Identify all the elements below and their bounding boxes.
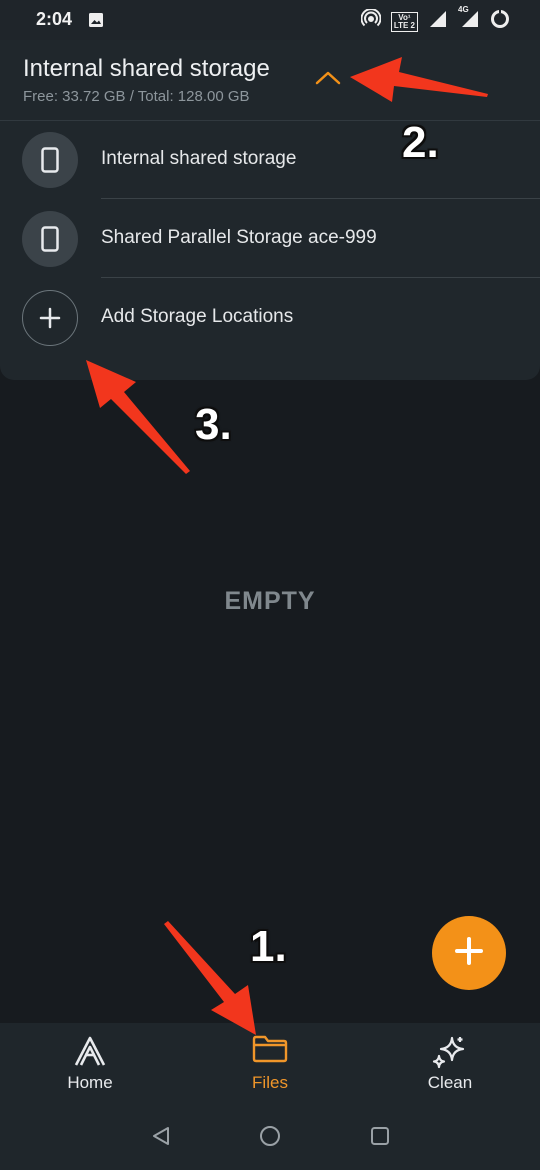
annotation-label-3: 3. xyxy=(195,400,232,449)
annotation-arrows xyxy=(86,57,488,1035)
annotation-arrow-2 xyxy=(350,57,488,102)
annotation-label-2: 2. xyxy=(402,118,439,167)
annotation-arrow-3 xyxy=(86,360,190,474)
annotation-label-1: 1. xyxy=(250,922,287,971)
annotation-arrow-1 xyxy=(164,921,256,1035)
